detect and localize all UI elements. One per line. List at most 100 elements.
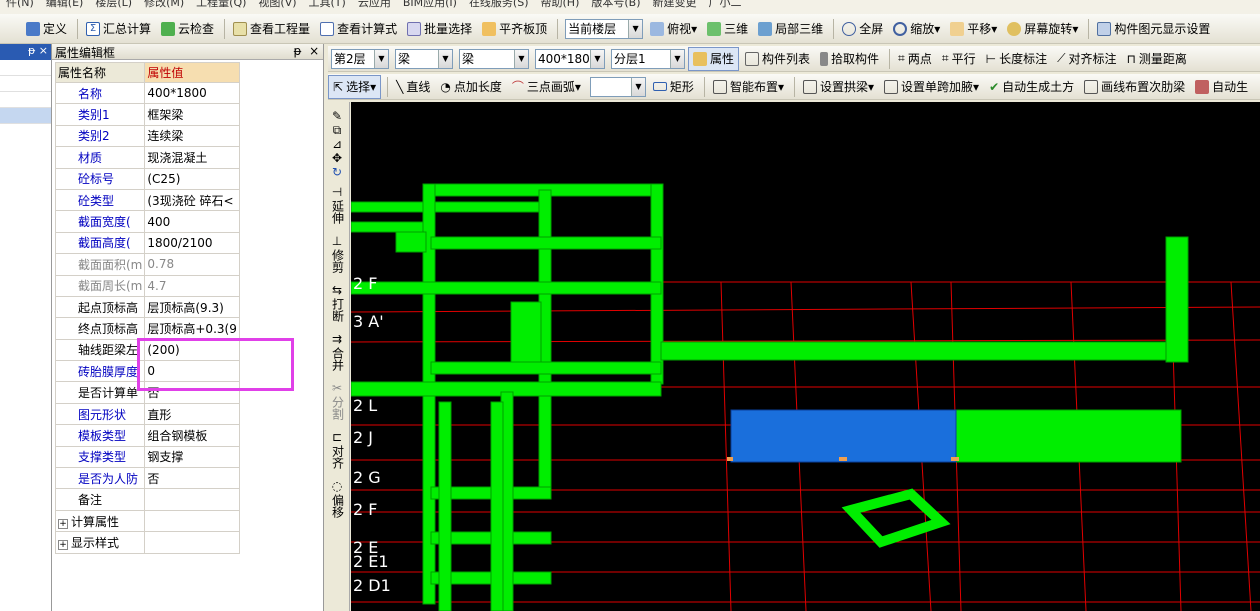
main-toolbar: 定义 Σ 汇总计算 云检查 查看工程量 查看计算式 批量选择 平齐板顶 当前楼层 ▼… — [0, 14, 1260, 44]
model-view[interactable] — [351, 102, 1260, 611]
extend-tool[interactable]: ⊣ 延伸 — [324, 186, 350, 227]
line-button[interactable]: ╲ 直线 — [392, 75, 434, 99]
prop-value-name[interactable]: 400*1800 — [144, 81, 240, 105]
prop-value-category2[interactable]: 连续梁 — [144, 124, 240, 148]
prop-value-section-height[interactable]: 1800/2100 — [144, 231, 240, 255]
rotate-tool[interactable]: ↻ — [324, 166, 350, 179]
selected-beam[interactable] — [730, 409, 957, 463]
parallel-button[interactable]: ⌗ 平行 — [938, 47, 980, 71]
grip-point[interactable] — [727, 457, 733, 461]
property-button[interactable]: 属性 — [688, 46, 740, 71]
break-tool[interactable]: ⇆ 打断 — [324, 284, 350, 325]
measure-distance-button[interactable]: ⊓ 测量距离 — [1123, 47, 1191, 71]
menu-bim[interactable]: BIM应用(I) — [403, 0, 457, 10]
prop-value-shape[interactable]: 直形 — [144, 402, 240, 426]
three-point-arc-button[interactable]: ⌒ 三点画弧 ▾ — [508, 75, 585, 99]
secondary-rib-button[interactable]: 画线布置次肋梁 — [1080, 75, 1189, 99]
menu-help[interactable]: 帮助(H) — [541, 0, 580, 10]
align-slab-top-button[interactable]: 平齐板顶 — [478, 17, 551, 41]
view-quantity-button[interactable]: 查看工程量 — [229, 17, 314, 41]
prop-value-category1[interactable]: 框架梁 — [144, 103, 240, 126]
prop-group-display[interactable]: + 显示样式 — [54, 531, 146, 554]
prop-value-concrete-type[interactable]: (3现浇砼 碎石< — [144, 188, 240, 212]
grip-point[interactable] — [951, 457, 959, 461]
local-3d-button[interactable]: 局部三维 — [754, 17, 827, 41]
length-dim-button[interactable]: ⊢ 长度标注 — [982, 47, 1051, 71]
menu-file[interactable]: 件(N) — [6, 0, 34, 10]
select-button[interactable]: ⇱ 选择 ▾ — [328, 74, 382, 99]
menu-assistant[interactable]: 广小二 — [709, 0, 742, 10]
menu-floor[interactable]: 楼层(L) — [95, 0, 132, 10]
summary-calc-button[interactable]: Σ 汇总计算 — [82, 17, 155, 41]
prop-value-formwork-type[interactable]: 组合钢模板 — [144, 424, 240, 447]
expand-icon[interactable]: + — [58, 539, 68, 550]
auto-generate-button[interactable]: 自动生 — [1191, 75, 1252, 99]
prop-value-remark[interactable] — [144, 488, 240, 511]
nav-row-selected[interactable] — [0, 108, 51, 124]
close-icon[interactable]: ᵽ × — [0, 44, 51, 60]
arc-option-select[interactable]: ▼ — [589, 76, 646, 97]
two-points-button[interactable]: ⌗ 两点 — [894, 47, 936, 71]
flip-tool[interactable]: ⊿ — [324, 138, 350, 151]
brush-tool[interactable]: ✎ — [324, 110, 350, 123]
pick-component-button[interactable]: 拾取构件 — [816, 47, 883, 71]
point-length-button[interactable]: ◔ 点加长度 — [436, 75, 506, 99]
floor-select[interactable]: 第2层 ▼ — [331, 48, 389, 69]
grip-point[interactable] — [839, 457, 847, 461]
prop-value-start-top-elev[interactable]: 层顶标高(9.3) — [144, 295, 240, 319]
zoom-button[interactable]: 缩放 ▾ — [889, 17, 944, 41]
view-formula-button[interactable]: 查看计算式 — [316, 17, 401, 41]
category-select[interactable]: 梁 ▼ — [395, 48, 453, 69]
type-select[interactable]: 梁 ▼ — [459, 48, 529, 69]
menu-quantity[interactable]: 工程量(Q) — [196, 0, 246, 10]
3d-button[interactable]: 三维 — [703, 17, 752, 41]
mirror-tool[interactable]: ⧉ — [324, 124, 350, 137]
set-arch-beam-button[interactable]: 设置拱梁 ▾ — [799, 75, 878, 99]
layer-select[interactable]: 分层1 ▼ — [611, 48, 685, 69]
split-tool[interactable]: ✂ 分割 — [324, 382, 350, 423]
expand-icon[interactable]: + — [58, 518, 68, 529]
pin-icon[interactable]: ᵽ — [293, 44, 301, 58]
smart-layout-button[interactable]: 智能布置 ▾ — [709, 75, 788, 99]
component-select[interactable]: 400*180(▼ — [535, 48, 605, 69]
component-list-button[interactable]: 构件列表 — [741, 47, 814, 71]
close-icon[interactable]: × — [309, 44, 319, 58]
merge-tool[interactable]: ⇉ 合并 — [324, 333, 350, 374]
menu-version[interactable]: 版本号(B) — [591, 0, 640, 10]
menu-cloud[interactable]: 云应用 — [358, 0, 391, 10]
top-view-button[interactable]: 俯视 ▾ — [646, 17, 701, 41]
define-button[interactable]: 定义 — [22, 17, 71, 41]
nav-row[interactable] — [0, 92, 51, 108]
menu-view[interactable]: 视图(V) — [258, 0, 296, 10]
pan-button[interactable]: 平移 ▾ — [946, 17, 1001, 41]
trim-tool[interactable]: ⊥ 修剪 — [324, 235, 350, 276]
display-settings-button[interactable]: 构件图元显示设置 — [1093, 17, 1214, 41]
rectangle-button[interactable]: 矩形 — [649, 75, 698, 99]
menu-edit[interactable]: 编辑(E) — [46, 0, 84, 10]
fullscreen-button[interactable]: 全屏 — [838, 17, 887, 41]
menu-tools[interactable]: 工具(T) — [309, 0, 346, 10]
prop-value-end-top-elev[interactable]: 层顶标高+0.3(9 — [144, 317, 240, 340]
prop-value-support-type[interactable]: 钢支撑 — [144, 445, 240, 469]
align-dim-button[interactable]: ⟋ 对齐标注 — [1053, 47, 1120, 71]
prop-value-section-width[interactable]: 400 — [144, 210, 240, 233]
menu-modify[interactable]: 修改(M) — [144, 0, 184, 10]
drawing-canvas[interactable]: 2 F 3 A' 2 L 2 J 2 G 2 F 2 E 2 E1 2 D1 — [351, 102, 1260, 611]
nav-row[interactable] — [0, 60, 51, 76]
prop-value-concrete-grade[interactable]: (C25) — [144, 167, 240, 190]
prop-group-calc[interactable]: + 计算属性 — [54, 509, 146, 533]
menu-new-change[interactable]: 新建变更 — [653, 0, 697, 10]
batch-select-button[interactable]: 批量选择 — [403, 17, 476, 41]
align-tool[interactable]: ⊏ 对齐 — [324, 431, 350, 472]
prop-value-civil-defense[interactable]: 否 — [144, 467, 240, 490]
set-span-haunch-button[interactable]: 设置单跨加腋 ▾ — [880, 75, 983, 99]
nav-row[interactable] — [0, 76, 51, 92]
floor-scope-select[interactable]: 当前楼层 ▼ — [565, 18, 644, 39]
rotate-button[interactable]: 屏幕旋转 ▾ — [1003, 17, 1082, 41]
move-tool[interactable]: ✥ — [324, 152, 350, 165]
prop-value-material[interactable]: 现浇混凝土 — [144, 146, 240, 169]
auto-earthwork-button[interactable]: ✔ 自动生成土方 — [985, 75, 1078, 99]
cloud-check-button[interactable]: 云检查 — [157, 17, 218, 41]
menu-online[interactable]: 在线服务(S) — [469, 0, 529, 10]
offset-tool[interactable]: ◌ 偏移 — [324, 480, 350, 521]
